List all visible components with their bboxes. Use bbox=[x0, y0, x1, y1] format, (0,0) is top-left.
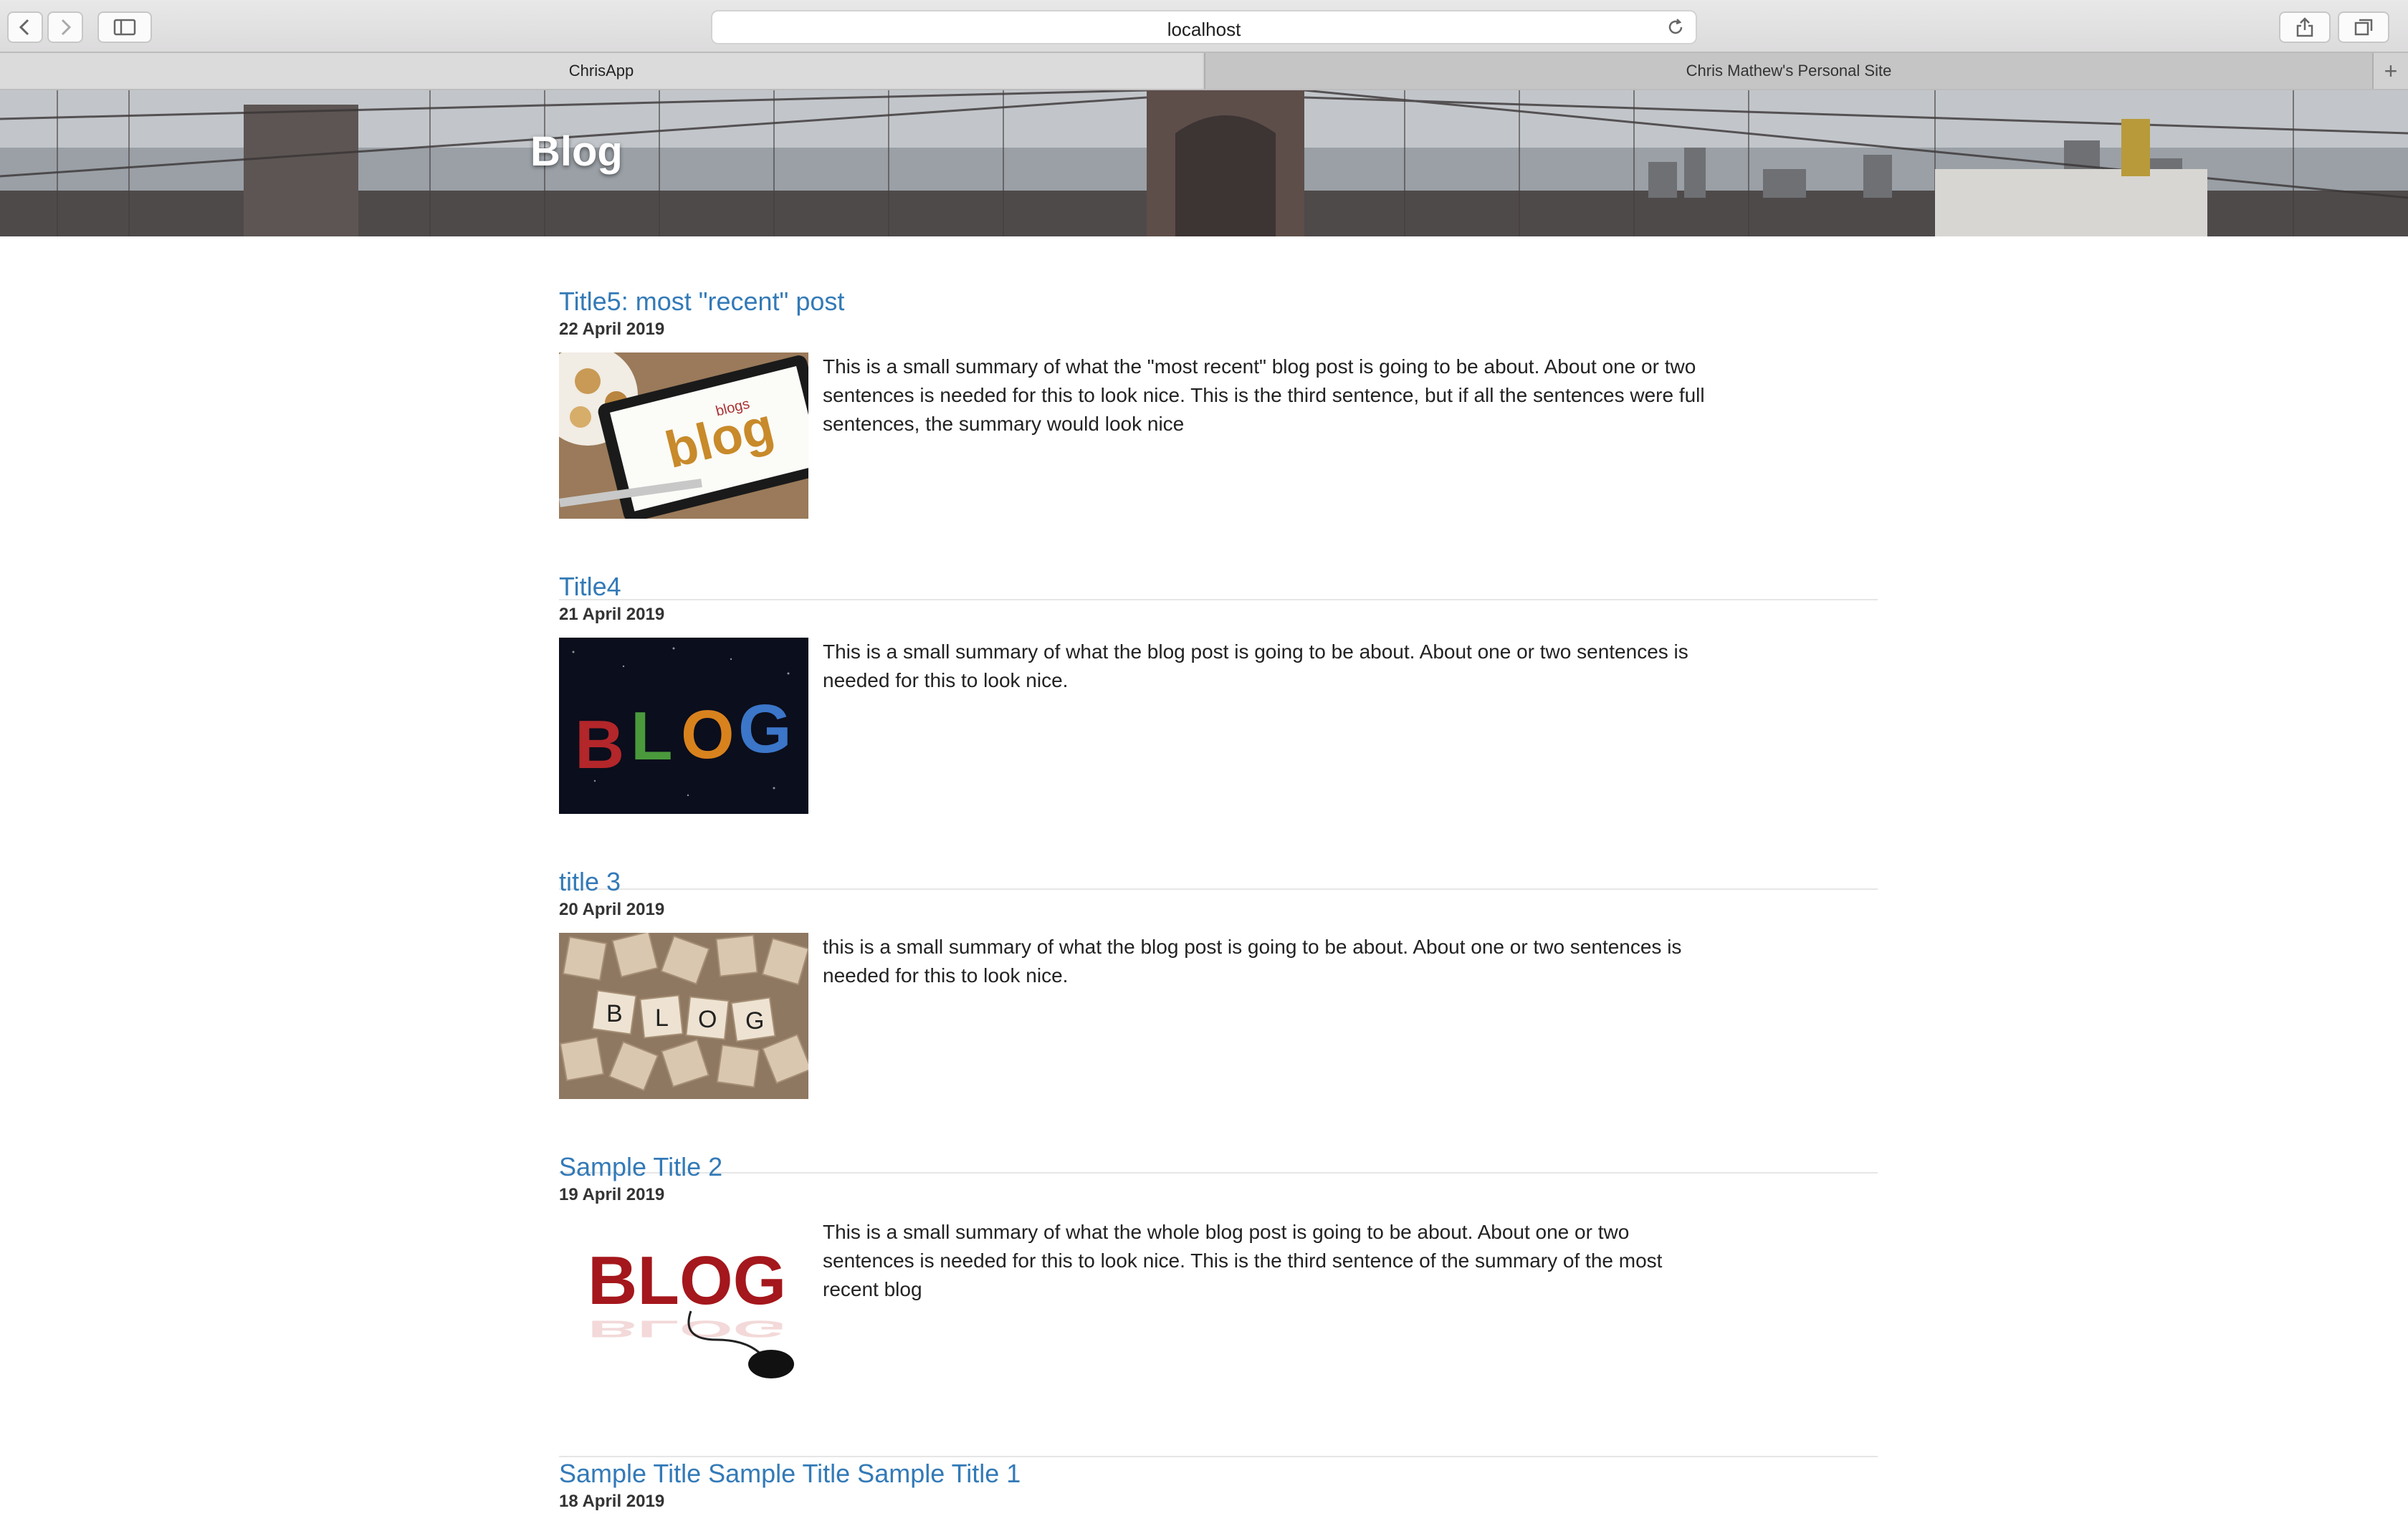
post-title-link[interactable]: title 3 bbox=[559, 867, 621, 897]
browser-toolbar: localhost bbox=[0, 0, 2408, 52]
post-date: 22 April 2019 bbox=[559, 320, 665, 339]
red-letters-mouse-image[interactable]: BLOG BLOG bbox=[559, 1218, 808, 1401]
sidebar-icon bbox=[113, 19, 136, 36]
post-summary: this is a small summary of what the blog… bbox=[823, 936, 1682, 987]
share-icon bbox=[2296, 17, 2313, 37]
svg-text:BLOG: BLOG bbox=[588, 1315, 786, 1342]
svg-text:O: O bbox=[681, 696, 735, 773]
post-date: 21 April 2019 bbox=[559, 605, 665, 624]
post-title-link[interactable]: Sample Title Sample Title Sample Title 1 bbox=[559, 1459, 1021, 1489]
svg-text:B: B bbox=[575, 706, 624, 783]
tab-personal-site[interactable]: Chris Mathew's Personal Site bbox=[1204, 53, 2372, 89]
post-date: 20 April 2019 bbox=[559, 900, 665, 919]
chevron-right-icon bbox=[61, 19, 72, 36]
svg-text:O: O bbox=[698, 1006, 717, 1033]
post-summary: This is a small summary of what the "mos… bbox=[823, 355, 1705, 435]
hero-banner: Blog bbox=[0, 90, 2408, 236]
share-button[interactable] bbox=[2279, 11, 2331, 43]
forward-button[interactable] bbox=[47, 11, 83, 43]
svg-text:BLOG: BLOG bbox=[588, 1242, 786, 1319]
list-item: Sample Title 2 19 April 2019 BLOG BLOG T… bbox=[559, 1152, 1878, 1457]
svg-text:L: L bbox=[631, 698, 673, 774]
plus-icon: + bbox=[2384, 57, 2398, 84]
tab-label: Chris Mathew's Personal Site bbox=[1686, 62, 1892, 80]
list-item: Title4 21 April 2019 B L O G This is a s… bbox=[559, 572, 1878, 890]
svg-text:G: G bbox=[738, 691, 792, 767]
colorful-3d-letters-image[interactable]: B L O G bbox=[559, 638, 808, 814]
tab-label: ChrisApp bbox=[568, 62, 634, 80]
new-tab-button[interactable]: + bbox=[2372, 53, 2408, 89]
post-title-link[interactable]: Title4 bbox=[559, 572, 621, 602]
tab-bar: ChrisApp Chris Mathew's Personal Site + bbox=[0, 52, 2408, 90]
svg-text:L: L bbox=[655, 1004, 669, 1032]
tabs-overview-icon bbox=[2354, 19, 2373, 36]
svg-text:G: G bbox=[745, 1007, 764, 1035]
post-summary: This is a small summary of what the blog… bbox=[823, 641, 1688, 691]
page-title: Blog bbox=[530, 128, 623, 175]
sidebar-toggle-button[interactable] bbox=[97, 11, 152, 43]
wooden-tiles-image[interactable]: B L O G bbox=[559, 933, 808, 1099]
list-item: title 3 20 April 2019 B L O G this is a … bbox=[559, 867, 1878, 1174]
tablet-word-cloud-image[interactable]: blog blogs bbox=[559, 352, 808, 519]
list-item: Title5: most "recent" post 22 April 2019… bbox=[559, 287, 1878, 600]
back-button[interactable] bbox=[7, 11, 43, 43]
post-summary: This is a small summary of what the whol… bbox=[823, 1221, 1663, 1300]
post-date: 19 April 2019 bbox=[559, 1185, 665, 1204]
svg-text:B: B bbox=[606, 1000, 623, 1027]
list-item: Sample Title Sample Title Sample Title 1… bbox=[559, 1459, 1878, 1516]
chevron-left-icon bbox=[19, 19, 29, 36]
bridge-background-image bbox=[0, 90, 2408, 236]
post-date: 18 April 2019 bbox=[559, 1492, 665, 1511]
address-bar[interactable]: localhost bbox=[711, 10, 1697, 44]
post-title-link[interactable]: Sample Title 2 bbox=[559, 1152, 722, 1182]
reload-icon[interactable] bbox=[1666, 17, 1686, 37]
post-divider bbox=[559, 1456, 1878, 1457]
post-title-link[interactable]: Title5: most "recent" post bbox=[559, 287, 844, 317]
url-text: localhost bbox=[1167, 19, 1241, 40]
tab-chrisapp[interactable]: ChrisApp bbox=[0, 53, 1203, 89]
show-tabs-button[interactable] bbox=[2338, 11, 2389, 43]
